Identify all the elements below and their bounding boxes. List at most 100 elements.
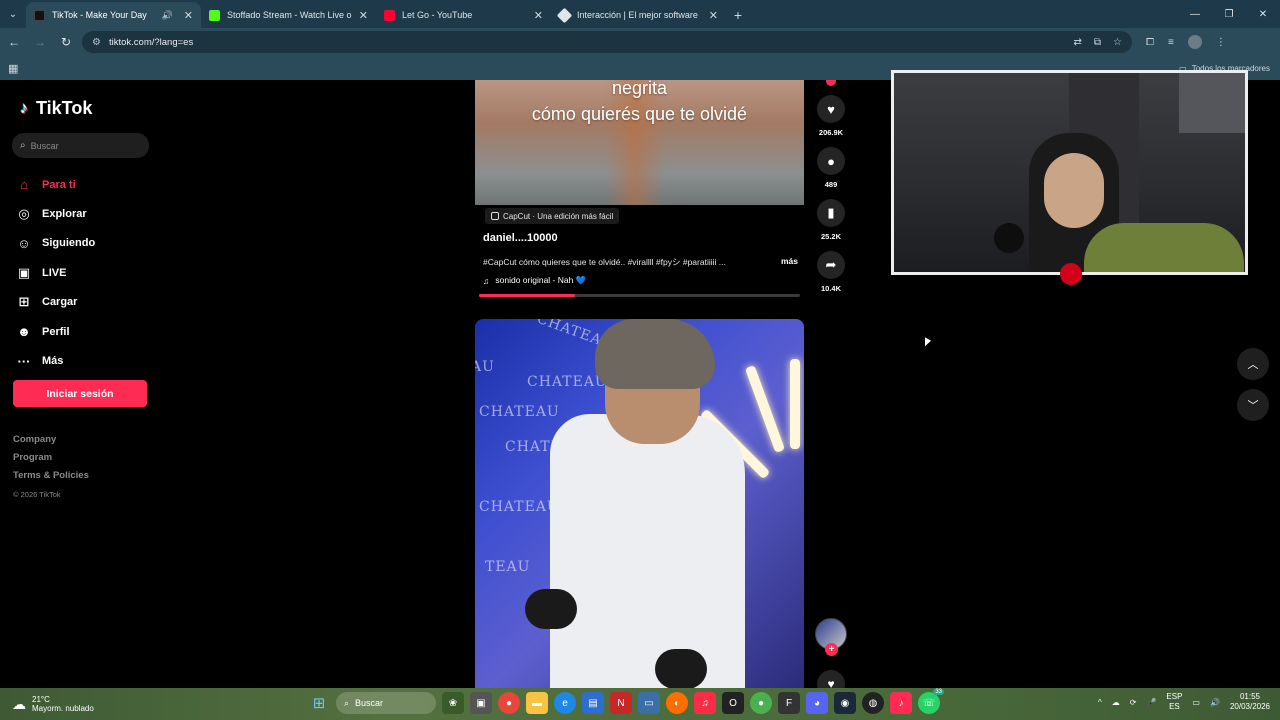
nav-item-para-ti[interactable]: ⌂ Para ti: [14, 170, 95, 199]
nav-item-live[interactable]: ▣ LIVE: [14, 258, 95, 287]
nav-item-siguiendo[interactable]: ☺ Siguiendo: [14, 229, 95, 258]
taskbar-search[interactable]: ⌕ Buscar: [336, 692, 436, 714]
share-icon[interactable]: ➦: [817, 251, 845, 279]
close-tab-icon[interactable]: ✕: [359, 9, 368, 22]
network-icon[interactable]: ▭: [1192, 698, 1200, 707]
scroll-up-button[interactable]: ︿: [1237, 348, 1269, 380]
tiktok-logo[interactable]: ♪ TikTok: [16, 98, 92, 119]
lang-top: ESP: [1166, 692, 1183, 701]
scroll-down-button[interactable]: ﹀: [1237, 389, 1269, 421]
mic-icon[interactable]: 🎤: [1146, 698, 1156, 707]
menu-kebab-icon[interactable]: ⋮: [1216, 37, 1226, 48]
profile-avatar[interactable]: [1187, 35, 1202, 49]
close-window-icon[interactable]: ✕: [1246, 0, 1280, 28]
login-button[interactable]: Iniciar sesión: [13, 380, 147, 407]
video-player[interactable]: negrita cómo quierés que te olvidé: [475, 80, 804, 205]
comment-icon[interactable]: ●: [817, 147, 845, 175]
install-app-icon[interactable]: ⧉: [1094, 37, 1101, 48]
footer-link-terms[interactable]: Terms & Policies: [13, 470, 89, 488]
windows-start-icon[interactable]: ⊞: [308, 692, 330, 714]
close-tab-icon[interactable]: ✕: [709, 9, 718, 22]
capcut-badge[interactable]: CapCut · Una edición más fácil: [485, 208, 620, 224]
chrome-alt-icon[interactable]: ●: [750, 692, 772, 714]
forward-arrow-icon[interactable]: →: [28, 30, 52, 54]
store-icon[interactable]: ▤: [582, 692, 604, 714]
media-control-icon[interactable]: ≡: [1168, 37, 1174, 48]
apps-grid-icon[interactable]: ▦: [8, 62, 18, 75]
person-hair: [595, 319, 715, 389]
video-actions: ♥ 206.9K ● 489 ▮ 25.2K ➦ 10.4K: [815, 80, 847, 303]
lamp-tube: [744, 365, 786, 453]
steam-icon[interactable]: ◉: [834, 692, 856, 714]
tab-tiktok[interactable]: TikTok - Make Your Day 🔊 ✕: [26, 2, 201, 28]
nav-item-cargar[interactable]: ⊞ Cargar: [14, 288, 95, 317]
music-icon[interactable]: ♫: [694, 692, 716, 714]
widgets-icon[interactable]: ❀: [442, 692, 464, 714]
clock[interactable]: 01:55 20/03/2026: [1230, 692, 1270, 712]
heart-icon[interactable]: ♥: [817, 95, 845, 123]
nav-label: LIVE: [42, 266, 67, 279]
language-indicator[interactable]: ESP ES: [1166, 692, 1182, 712]
sync-icon[interactable]: ⟳: [1130, 698, 1137, 707]
glove-left: [525, 589, 577, 629]
speaker-icon[interactable]: 🔊: [162, 10, 173, 21]
translate-icon[interactable]: ⇄: [1074, 37, 1082, 48]
netflix-icon[interactable]: N: [610, 692, 632, 714]
tiktok-note-icon: ♪: [20, 99, 28, 117]
figma-icon[interactable]: F: [778, 692, 800, 714]
tray-chevron-icon[interactable]: ^: [1098, 698, 1102, 707]
site-info-icon[interactable]: ⚙: [92, 37, 101, 48]
file-explorer-icon[interactable]: ▬: [526, 692, 548, 714]
tab-kick-stream[interactable]: Stoffado Stream - Watch Live o ✕: [201, 2, 376, 28]
video-author[interactable]: daniel....10000: [483, 232, 558, 244]
footer-link-company[interactable]: Company: [13, 434, 89, 452]
app-icon[interactable]: ◐: [666, 692, 688, 714]
search-input[interactable]: ⌕ Buscar: [12, 133, 149, 158]
restore-icon[interactable]: ❐: [1212, 0, 1246, 28]
tiktok-app-icon[interactable]: ♪: [890, 692, 912, 714]
like-action[interactable]: ♥ 206.9K: [815, 95, 847, 137]
extensions-icon[interactable]: ⧠: [1146, 37, 1154, 48]
tab-search-chevron-icon[interactable]: ⌄: [0, 0, 26, 28]
nav-item-explorar[interactable]: ◎ Explorar: [14, 199, 95, 228]
close-tab-icon[interactable]: ✕: [184, 9, 193, 22]
weather-widget[interactable]: ☁ 21°C Mayorm. nublado: [12, 695, 94, 713]
opera-icon[interactable]: O: [722, 692, 744, 714]
whatsapp-icon[interactable]: ☏ 33: [918, 689, 944, 714]
minimize-icon[interactable]: —: [1178, 0, 1212, 28]
video-progress-bar[interactable]: [479, 294, 800, 297]
comment-action[interactable]: ● 489: [815, 147, 847, 189]
volume-icon[interactable]: 🔊: [1210, 698, 1220, 707]
tab-interaccion[interactable]: Interacción | El mejor software ✕: [551, 2, 726, 28]
capcut-icon: [491, 212, 499, 220]
folder-icon[interactable]: ▭: [638, 692, 660, 714]
search-placeholder: Buscar: [30, 140, 59, 151]
tab-youtube[interactable]: Let Go - YouTube ✕: [376, 2, 551, 28]
reload-icon[interactable]: ↻: [54, 30, 78, 54]
save-action[interactable]: ▮ 25.2K: [815, 199, 847, 241]
heart-icon[interactable]: ♥: [817, 670, 845, 688]
obs-icon[interactable]: ◍: [862, 692, 884, 714]
backdrop-brand-text: AU: [475, 359, 495, 375]
browser-toolbar: ← → ↻ ⚙ tiktok.com/?lang=es ⇄ ⧉ ☆ ⧠ ≡ ⋮: [0, 28, 1280, 56]
edge-icon[interactable]: e: [554, 692, 576, 714]
bookmark-star-icon[interactable]: ☆: [1113, 37, 1122, 48]
cloud-icon[interactable]: ☁: [1112, 698, 1120, 707]
discord-icon[interactable]: ◕: [806, 692, 828, 714]
share-action[interactable]: ➦ 10.4K: [815, 251, 847, 293]
close-tab-icon[interactable]: ✕: [534, 9, 543, 22]
address-bar[interactable]: ⚙ tiktok.com/?lang=es ⇄ ⧉ ☆: [82, 31, 1132, 53]
back-arrow-icon[interactable]: ←: [2, 30, 26, 54]
more-link[interactable]: más: [781, 256, 798, 268]
video-player-next[interactable]: CHATEAU AU CHATEAU CHATEAU CHATEAU CHATE…: [475, 319, 804, 688]
task-view-icon[interactable]: ▣: [470, 692, 492, 714]
nav-item-mas[interactable]: ··· Más: [14, 346, 95, 375]
bookmark-icon[interactable]: ▮: [817, 199, 845, 227]
new-tab-button[interactable]: +: [726, 2, 750, 28]
chrome-icon[interactable]: ●: [498, 692, 520, 714]
video-sound[interactable]: ♫ sonido original - Nah 💙: [483, 275, 586, 286]
footer-link-program[interactable]: Program: [13, 452, 89, 470]
creator-avatar[interactable]: +: [815, 618, 847, 656]
nav-item-perfil[interactable]: ☻ Perfil: [14, 317, 95, 346]
follow-plus-icon[interactable]: +: [825, 643, 838, 656]
